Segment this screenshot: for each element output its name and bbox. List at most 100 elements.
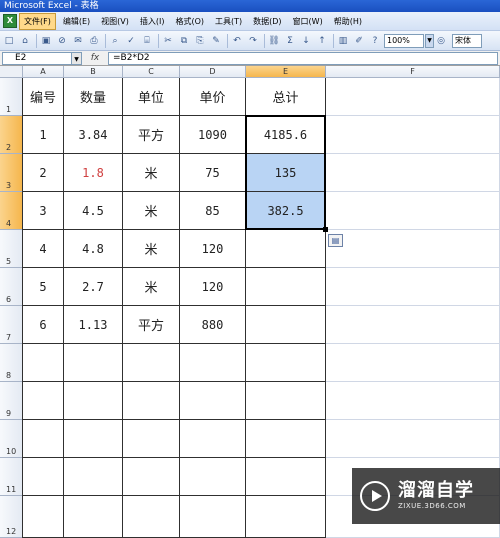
undo-icon[interactable]: ↶ [230, 34, 244, 48]
menu-item-4[interactable]: 格式(O) [171, 14, 208, 29]
menu-item-0[interactable]: 文件(F) [19, 12, 56, 30]
cell-e7[interactable] [246, 306, 326, 344]
cell-a4[interactable]: 3 [23, 192, 64, 230]
name-box-dropdown-icon[interactable]: ▼ [72, 51, 82, 65]
cell-d12[interactable] [180, 496, 246, 538]
formula-input[interactable]: =B2*D2 [108, 51, 498, 65]
cell-f5[interactable] [326, 230, 500, 268]
cell-c10[interactable] [123, 420, 180, 458]
cell-b4[interactable]: 4.5 [64, 192, 123, 230]
cell-f7[interactable] [326, 306, 500, 344]
select-all-corner[interactable] [0, 66, 23, 78]
cell-d3[interactable]: 75 [180, 154, 246, 192]
column-header-e[interactable]: E [246, 66, 326, 78]
row-header-5[interactable]: 5 [0, 230, 23, 268]
cell-d9[interactable] [180, 382, 246, 420]
cell-e6[interactable] [246, 268, 326, 306]
column-header-b[interactable]: B [64, 66, 123, 78]
row-header-1[interactable]: 1 [0, 78, 23, 116]
column-header-a[interactable]: A [23, 66, 64, 78]
cell-a3[interactable]: 2 [23, 154, 64, 192]
row-header-12[interactable]: 12 [0, 496, 23, 538]
row-header-9[interactable]: 9 [0, 382, 23, 420]
zoom-dropdown-icon[interactable]: ▼ [425, 33, 434, 48]
zoom-select[interactable]: 100% [384, 33, 424, 48]
cell-f4[interactable] [326, 192, 500, 230]
cell-b11[interactable] [64, 458, 123, 496]
cell-c9[interactable] [123, 382, 180, 420]
cell-c12[interactable] [123, 496, 180, 538]
cell-a11[interactable] [23, 458, 64, 496]
cell-c11[interactable] [123, 458, 180, 496]
cell-f2[interactable] [326, 116, 500, 154]
insert-function-icon[interactable]: fx [82, 53, 108, 63]
cell-e1[interactable]: 总计 [246, 78, 326, 116]
row-header-6[interactable]: 6 [0, 268, 23, 306]
cell-c8[interactable] [123, 344, 180, 382]
cell-d6[interactable]: 120 [180, 268, 246, 306]
cell-e11[interactable] [246, 458, 326, 496]
menu-item-3[interactable]: 插入(I) [136, 14, 169, 29]
print-preview-icon[interactable]: ⌕ [108, 34, 122, 48]
cell-f6[interactable] [326, 268, 500, 306]
font-select[interactable]: 宋体 [452, 33, 482, 48]
cell-e9[interactable] [246, 382, 326, 420]
cell-b2[interactable]: 3.84 [64, 116, 123, 154]
cut-icon[interactable]: ✂ [161, 34, 175, 48]
cell-a8[interactable] [23, 344, 64, 382]
cell-b8[interactable] [64, 344, 123, 382]
row-header-11[interactable]: 11 [0, 458, 23, 496]
cell-f10[interactable] [326, 420, 500, 458]
cell-c5[interactable]: 米 [123, 230, 180, 268]
cell-c3[interactable]: 米 [123, 154, 180, 192]
menu-item-2[interactable]: 视图(V) [97, 14, 133, 29]
menu-item-5[interactable]: 工具(T) [211, 14, 246, 29]
cell-a1[interactable]: 编号 [23, 78, 64, 116]
cell-e3[interactable]: 135 [246, 154, 326, 192]
cell-c2[interactable]: 平方 [123, 116, 180, 154]
open-icon[interactable]: ⌂ [18, 34, 32, 48]
menu-item-7[interactable]: 窗口(W) [289, 14, 327, 29]
name-box[interactable]: E2 [2, 51, 72, 65]
cell-b12[interactable] [64, 496, 123, 538]
cell-c6[interactable]: 米 [123, 268, 180, 306]
drawing-icon[interactable]: ✐ [352, 34, 366, 48]
column-header-c[interactable]: C [123, 66, 180, 78]
cell-c7[interactable]: 平方 [123, 306, 180, 344]
row-header-4[interactable]: 4 [0, 192, 23, 230]
cell-b3[interactable]: 1.8 [64, 154, 123, 192]
row-header-2[interactable]: 2 [0, 116, 23, 154]
cell-b10[interactable] [64, 420, 123, 458]
permission-icon[interactable]: ⊘ [55, 34, 69, 48]
help-icon[interactable]: ? [368, 34, 382, 48]
redo-icon[interactable]: ↷ [246, 34, 260, 48]
cell-b9[interactable] [64, 382, 123, 420]
menu-item-1[interactable]: 编辑(E) [59, 14, 94, 29]
save-icon[interactable]: ▣ [39, 34, 53, 48]
new-icon[interactable]: □ [2, 34, 16, 48]
cell-f8[interactable] [326, 344, 500, 382]
menu-item-6[interactable]: 数据(D) [249, 14, 285, 29]
cell-e12[interactable] [246, 496, 326, 538]
autosum-icon[interactable]: Σ [283, 34, 297, 48]
email-icon[interactable]: ✉ [71, 34, 85, 48]
row-header-10[interactable]: 10 [0, 420, 23, 458]
row-header-8[interactable]: 8 [0, 344, 23, 382]
cell-b6[interactable]: 2.7 [64, 268, 123, 306]
cell-b1[interactable]: 数量 [64, 78, 123, 116]
auto-fill-options-icon[interactable]: ▤ [328, 234, 343, 247]
cell-e10[interactable] [246, 420, 326, 458]
cell-f9[interactable] [326, 382, 500, 420]
chart-wizard-icon[interactable]: ▥ [336, 34, 350, 48]
help-circle-icon[interactable]: ◎ [434, 34, 448, 48]
cell-d4[interactable]: 85 [180, 192, 246, 230]
cell-d11[interactable] [180, 458, 246, 496]
spelling-icon[interactable]: ✓ [124, 34, 138, 48]
column-header-f[interactable]: F [326, 66, 500, 78]
cell-d2[interactable]: 1090 [180, 116, 246, 154]
cell-f3[interactable] [326, 154, 500, 192]
fill-handle[interactable] [323, 227, 328, 232]
cell-a7[interactable]: 6 [23, 306, 64, 344]
menu-item-8[interactable]: 帮助(H) [330, 14, 366, 29]
row-header-7[interactable]: 7 [0, 306, 23, 344]
